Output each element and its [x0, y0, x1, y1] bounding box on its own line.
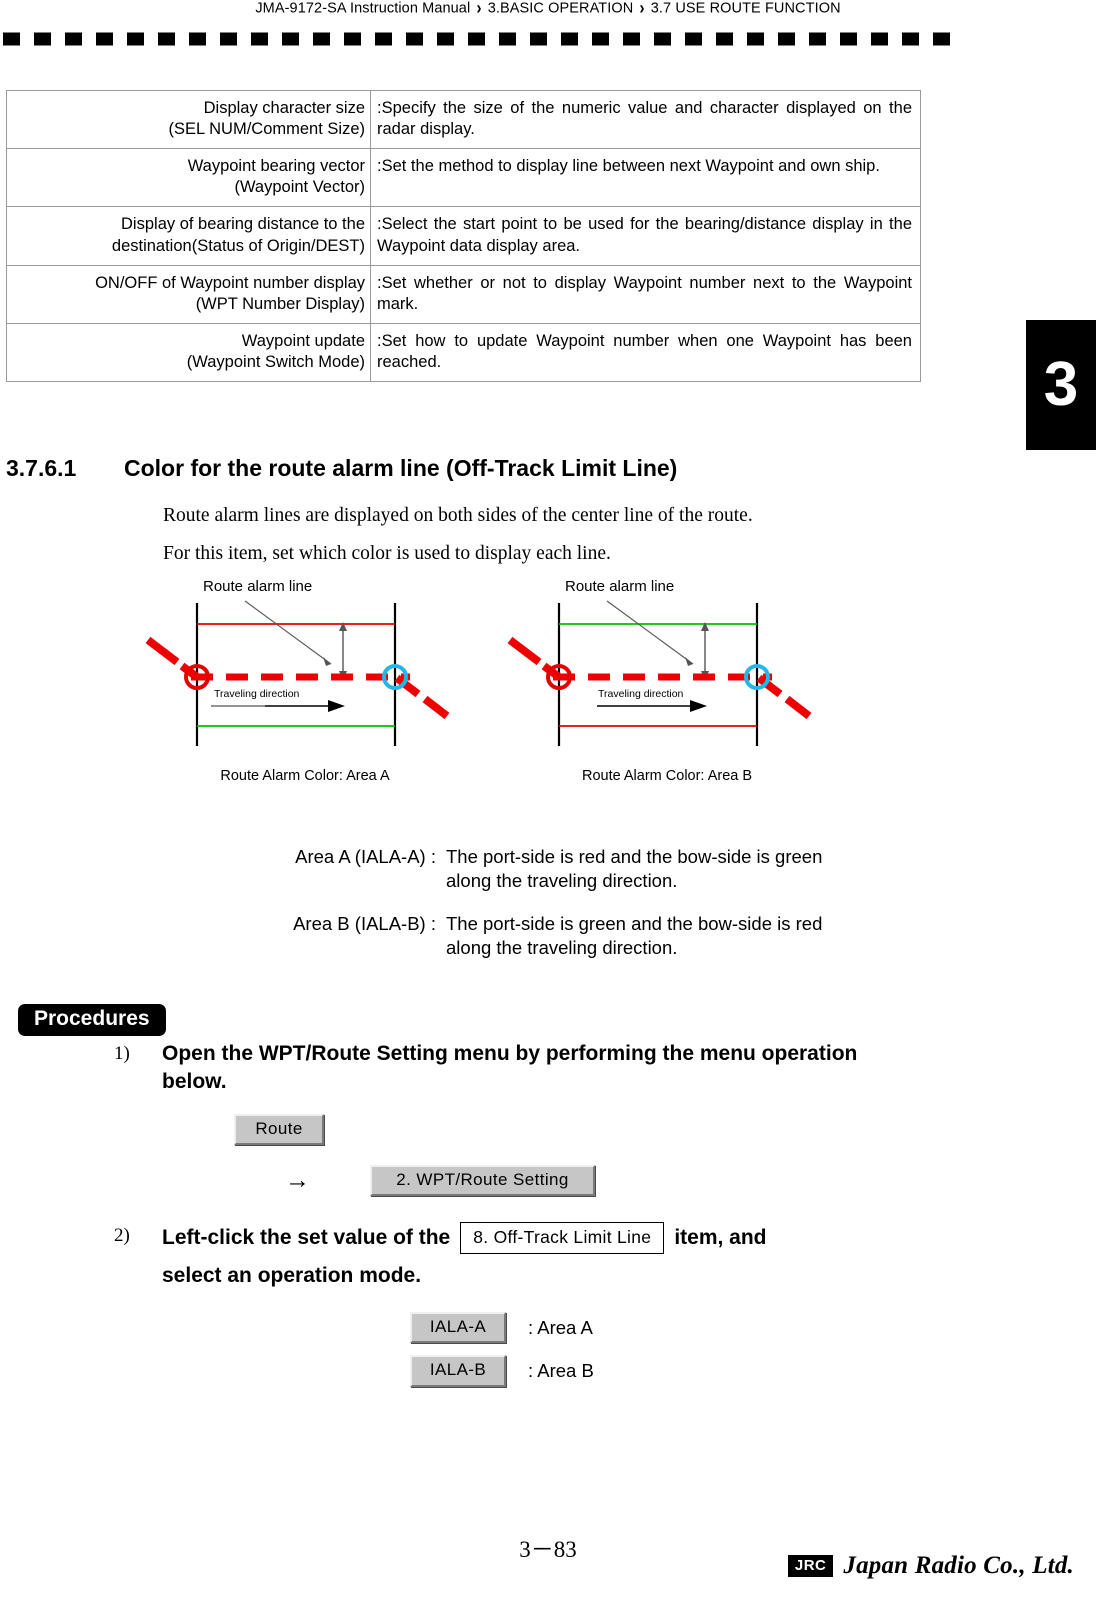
procedure-step-2: 2) Left-click the set value of the 8. Of… [114, 1222, 994, 1290]
table-cell-term: Waypoint update (Waypoint Switch Mode) [6, 322, 371, 383]
definition-text: The port-side is red and the bow-side is… [436, 845, 881, 894]
table-cell-description: :Set the method to display line between … [370, 148, 921, 208]
definition-text-line2: along the traveling direction. [446, 870, 678, 892]
table-row: Display character size (SEL NUM/Comment … [6, 89, 921, 150]
table-cell-term: Display character size (SEL NUM/Comment … [6, 89, 371, 150]
table-cell-term: ON/OFF of Waypoint number display (WPT N… [6, 264, 371, 324]
settings-description-table: Display character size (SEL NUM/Comment … [6, 89, 921, 383]
table-cell-description: :Select the start point to be used for t… [370, 206, 921, 266]
figure-caption: Route Alarm Color: Area B [581, 768, 753, 784]
section-paragraph-2: For this item, set which color is used t… [163, 543, 611, 564]
header-manual-title: JMA-9172-SA Instruction Manual [255, 0, 471, 17]
table-row: Waypoint update (Waypoint Switch Mode) :… [6, 322, 921, 383]
iala-a-button[interactable]: IALA-A [410, 1312, 506, 1344]
section-paragraph-1: Route alarm lines are displayed on both … [163, 505, 753, 526]
jrc-logo-wordmark: Japan Radio Co., Ltd. [843, 1552, 1074, 1579]
definition-label: Area A (IALA-A) : [295, 846, 436, 867]
term-line: (Waypoint Vector) [234, 178, 365, 197]
definition-text: The port-side is green and the bow-side … [436, 912, 881, 961]
arrow-right-icon: → [285, 1166, 310, 1194]
step2-text-after: item, and [674, 1225, 767, 1249]
term-line: Display of bearing distance to the [121, 215, 365, 234]
header-separator-2: › [639, 0, 645, 20]
step-text: Left-click the set value of the 8. Off-T… [162, 1222, 767, 1290]
page-header: JMA-9172-SA Instruction Manual › 3.BASIC… [0, 0, 1096, 20]
term-line: Waypoint update [241, 331, 365, 350]
jrc-logo-mark: JRC [787, 1555, 834, 1577]
step2-text-before: Left-click the set value of the [162, 1225, 451, 1249]
step-text: Open the WPT/Route Setting menu by perfo… [162, 1042, 858, 1094]
term-line: Display character size [203, 99, 365, 117]
iala-b-description: : Area B [528, 1360, 594, 1382]
header-section: 3.7 USE ROUTE FUNCTION [650, 0, 841, 17]
figure-caption: Route Alarm Color: Area A [220, 768, 390, 784]
definition-text-line1: The port-side is red and the bow-side is… [446, 846, 823, 867]
table-cell-term: Display of bearing distance to the desti… [6, 206, 371, 266]
table-cell-description: :Specify the size of the numeric value a… [370, 89, 921, 150]
step-number: 2) [114, 1225, 130, 1246]
mode-option-iala-a: IALA-A : Area A [410, 1312, 594, 1344]
chapter-number-tab: 3 [1026, 320, 1096, 450]
definition-text-line1: The port-side is green and the bow-side … [446, 912, 823, 934]
section-heading: 3.7.6.1 Color for the route alarm line (O… [6, 455, 926, 482]
header-separator-1: › [476, 0, 482, 20]
section-number: 3.7.6.1 [6, 455, 77, 481]
definition-text-line2: along the traveling direction. [446, 937, 678, 959]
area-definitions: Area A (IALA-A) : The port-side is red a… [258, 845, 898, 979]
route-button[interactable]: Route [234, 1114, 324, 1146]
iala-a-description: : Area A [528, 1316, 593, 1338]
menu-path-row: → 2. WPT/Route Setting [285, 1165, 595, 1197]
company-logo: JRC Japan Radio Co., Ltd. [787, 1552, 1074, 1580]
table-cell-term: Waypoint bearing vector (Waypoint Vector… [6, 148, 371, 208]
iala-b-button[interactable]: IALA-B [410, 1355, 506, 1387]
table-cell-description: :Set whether or not to display Waypoint … [370, 264, 921, 324]
definition-row-area-a: Area A (IALA-A) : The port-side is red a… [258, 845, 898, 894]
figure-direction-label: Traveling direction [214, 688, 300, 700]
header-dashed-rule [0, 32, 1096, 46]
step-number: 1) [114, 1043, 130, 1064]
header-chapter: 3.BASIC OPERATION [487, 0, 634, 17]
figure-direction-label: Traveling direction [598, 688, 684, 700]
step2-text-line2: select an operation mode. [162, 1264, 422, 1287]
term-line: (SEL NUM/Comment Size) [168, 120, 365, 139]
table-row: Display of bearing distance to the desti… [6, 206, 921, 266]
term-line: (Waypoint Switch Mode) [186, 352, 365, 371]
term-line: (WPT Number Display) [195, 294, 365, 313]
wpt-route-setting-button[interactable]: 2. WPT/Route Setting [370, 1165, 595, 1197]
table-row: Waypoint bearing vector (Waypoint Vector… [6, 148, 921, 208]
route-alarm-figures: Route alarm line Traveling direction Rou… [0, 578, 930, 793]
off-track-limit-line-field[interactable]: 8. Off-Track Limit Line [460, 1222, 665, 1254]
operation-mode-options: IALA-A : Area A IALA-B : Area B [410, 1312, 594, 1399]
manual-page: JMA-9172-SA Instruction Manual › 3.BASIC… [0, 0, 1096, 1620]
definition-label: Area B (IALA-B) : [293, 912, 436, 934]
figure-area-b: Route alarm line Traveling direction Rou… [497, 578, 837, 793]
definition-row-area-b: Area B (IALA-B) : The port-side is green… [258, 912, 898, 961]
term-line: Waypoint bearing vector [187, 157, 365, 176]
section-title: Color for the route alarm line (Off-Trac… [124, 455, 678, 481]
procedures-badge: Procedures [18, 1004, 166, 1037]
procedure-step-1: 1) Open the WPT/Route Setting menu by pe… [114, 1040, 904, 1097]
table-cell-description: :Set how to update Waypoint number when … [370, 322, 921, 383]
term-line: ON/OFF of Waypoint number display [95, 273, 365, 292]
term-line: destination(Status of Origin/DEST) [111, 236, 365, 255]
figure-area-a: Route alarm line Traveling direction Rou… [135, 578, 475, 793]
figure-annotation-label: Route alarm line [565, 578, 675, 595]
figure-annotation-label: Route alarm line [203, 578, 313, 595]
table-row: ON/OFF of Waypoint number display (WPT N… [6, 264, 921, 324]
mode-option-iala-b: IALA-B : Area B [410, 1355, 594, 1387]
